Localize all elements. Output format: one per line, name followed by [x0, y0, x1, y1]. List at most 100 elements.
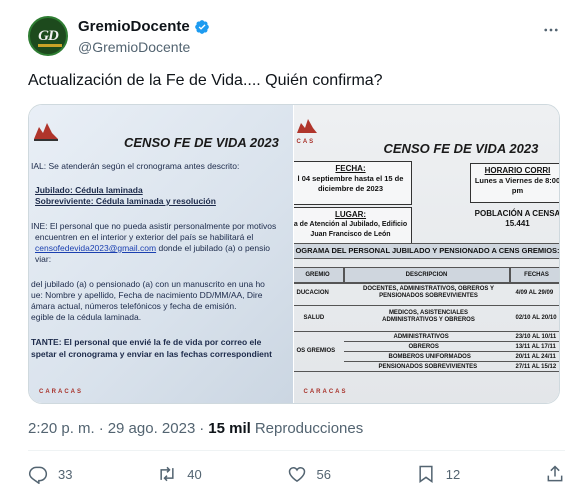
retweet-button[interactable]: 40 — [157, 464, 202, 484]
doc-footer-caracas: CARACAS — [39, 389, 83, 395]
doc-line: del jubilado (a) o pensionado (a) con un… — [31, 279, 265, 289]
table-cell-descripcion: MEDICOS, ASISTENCIALES ADMINISTRATIVOS Y… — [382, 310, 475, 323]
like-button[interactable]: 56 — [287, 464, 331, 484]
table-cell-descripcion: OBREROS — [408, 344, 439, 350]
doc-line: censofedevida2023@gmail.com donde el jub… — [35, 243, 270, 254]
action-bar: 33 40 56 12 — [28, 460, 565, 488]
horario-value: Lunes a Viernes de 8:00 pm — [474, 176, 559, 195]
table-cell-gremio: OS GREMIOS — [296, 348, 336, 354]
table-cell-descripcion: BOMBEROS UNIFORMADOS — [388, 354, 471, 360]
doc-line: spetar el cronograma y enviar en las fec… — [31, 349, 272, 360]
poblacion-value: 15.441 — [505, 219, 530, 228]
lugar-box: LUGAR: a de Atención al Jubilado, Edific… — [293, 207, 412, 245]
lugar-label: LUGAR: — [334, 210, 367, 219]
retweet-icon — [160, 466, 174, 482]
bookmark-icon — [419, 465, 433, 483]
doc-line: viar: — [35, 254, 52, 264]
doc-line: ue: Nombre y apellido, Fecha de nacimien… — [31, 290, 263, 300]
doc-footer-caracas: CARACAS — [303, 389, 348, 395]
poblacion-box: POBLACIÓN A CENSA 15.441 — [470, 207, 559, 237]
views-count: 15 mil — [208, 420, 251, 437]
verified-badge-icon — [194, 19, 210, 35]
doc-line-important: TANTE: El personal que envié la fe de vi… — [31, 337, 262, 347]
doc-line: Jubilado: Cédula laminada — [35, 185, 143, 196]
doc-line: egible de la cédula laminada. — [31, 312, 142, 322]
bookmark-button[interactable]: 12 — [416, 464, 460, 484]
table-cell-fechas: 02/10 AL 20/10 — [515, 315, 557, 321]
divider — [28, 450, 565, 451]
doc-line: Sobreviviente: Cédula laminada y resoluc… — [35, 196, 216, 207]
views-label: Reproducciones — [254, 420, 364, 437]
tweet-time[interactable]: 2:20 p. m. — [28, 420, 95, 437]
doc-line: IAL: Se atenderán según el cronograma an… — [31, 161, 240, 171]
poblacion-label: POBLACIÓN A CENSA — [474, 209, 559, 218]
tweet-meta: 2:20 p. m. · 29 ago. 2023 · 15 mil Repro… — [28, 420, 363, 437]
table-rule — [293, 305, 559, 306]
table-cell-fechas: 23/10 AL 10/11 — [515, 334, 557, 340]
table-cell-descripcion: DOCENTES, ADMINISTRATIVOS, OBREROS Y PEN… — [363, 286, 494, 299]
fecha-value: l 04 septiembre hasta el 15 de diciembre… — [297, 174, 404, 193]
table-cell-descripcion: ADMINISTRATIVOS — [393, 334, 449, 340]
doc-line-jubilado: Jubilado: Cédula laminada — [35, 185, 143, 195]
fecha-label: FECHA: — [335, 164, 366, 173]
col-gremio: GREMIO — [293, 267, 344, 283]
share-icon — [547, 465, 563, 482]
share-button[interactable] — [545, 464, 565, 484]
table-cell-fechas: 20/11 AL 24/11 — [515, 354, 556, 360]
media-photo-left[interactable]: CENSO FE DE VIDA 2023 IAL: Se atenderán … — [29, 105, 293, 403]
reply-button[interactable]: 33 — [28, 464, 72, 484]
table-rule — [343, 361, 559, 362]
logo-caption: CAS — [296, 139, 316, 145]
doc-line: encuentren en el interior y exterior del… — [35, 232, 254, 242]
more-options-icon[interactable] — [541, 20, 561, 40]
doc-line-sobreviviente: Sobreviviente: Cédula laminada y resoluc… — [35, 196, 216, 206]
institution-logo-icon — [296, 119, 317, 133]
table-rule — [343, 351, 559, 352]
fecha-box: FECHA: l 04 septiembre hasta el 15 de di… — [293, 161, 412, 205]
meta-separator: · — [98, 420, 104, 437]
table-cell-fechas: 4/09 AL 29/09 — [515, 290, 554, 296]
bookmark-count: 12 — [445, 466, 461, 482]
doc-line: ámara actual, números telefónicos y fech… — [31, 301, 237, 311]
table-cell-fechas: 13/11 AL 17/11 — [515, 344, 556, 350]
doc-title: CENSO FE DE VIDA 2023 — [124, 135, 279, 150]
table-rule — [293, 283, 559, 284]
doc-line: INE: El personal que no pueda asistir pe… — [31, 221, 277, 231]
lugar-value: a de Atención al Jubilado, Edificio Juan… — [293, 221, 408, 238]
programa-title: OGRAMA DEL PERSONAL JUBILADO Y PENSIONAD… — [293, 243, 559, 259]
horario-label: HORARIO CORRI — [484, 166, 551, 175]
table-rule — [343, 341, 559, 342]
meta-separator: · — [199, 420, 205, 437]
doc-line-cont: donde el jubilado (a) o pensio — [158, 243, 270, 253]
table-rule — [293, 371, 559, 372]
avatar-stripe — [38, 44, 62, 47]
author-display-name-row[interactable]: GremioDocente — [78, 18, 210, 35]
table-cell-gremio: SALUD — [303, 315, 325, 321]
tweet-date[interactable]: 29 ago. 2023 — [108, 420, 196, 437]
author-block: GremioDocente @GremioDocente — [78, 18, 210, 55]
avatar[interactable]: GD — [28, 16, 68, 56]
institution-logo-icon — [34, 123, 58, 141]
reply-icon — [28, 466, 48, 484]
col-fechas: FECHAS — [509, 267, 559, 283]
avatar-logo-text: GD — [38, 27, 59, 44]
tweet-text: Actualización de la Fe de Vida.... Quién… — [28, 72, 383, 89]
retweet-count: 40 — [187, 466, 202, 482]
table-rule — [293, 331, 559, 332]
horario-box: HORARIO CORRI Lunes a Viernes de 8:00 pm — [469, 163, 559, 203]
media-photo-right[interactable]: CAS CENSO FE DE VIDA 2023 FECHA: l 04 se… — [293, 105, 559, 403]
table-cell-descripcion: PENSIONADOS SOBREVIVIENTES — [378, 364, 478, 370]
doc-line: TANTE: El personal que envié la fe de vi… — [31, 337, 261, 348]
tweet-header: GD GremioDocente @GremioDocente — [28, 16, 565, 60]
table-cell-fechas: 27/11 AL 15/12 — [515, 364, 557, 370]
tweet-media[interactable]: CENSO FE DE VIDA 2023 IAL: Se atenderán … — [28, 104, 560, 404]
author-display-name[interactable]: GremioDocente — [78, 18, 190, 35]
doc-title: CENSO FE DE VIDA 2023 — [383, 141, 539, 156]
col-descripcion: DESCRIPCION — [343, 267, 510, 283]
author-handle[interactable]: @GremioDocente — [78, 39, 210, 55]
doc-line-important-2: spetar el cronograma y enviar en las fec… — [31, 349, 272, 359]
table-cell-gremio: DUCACION — [296, 290, 329, 296]
doc-email-link: censofedevida2023@gmail.com — [35, 243, 157, 253]
like-icon — [288, 466, 305, 482]
reply-count: 33 — [58, 466, 73, 482]
